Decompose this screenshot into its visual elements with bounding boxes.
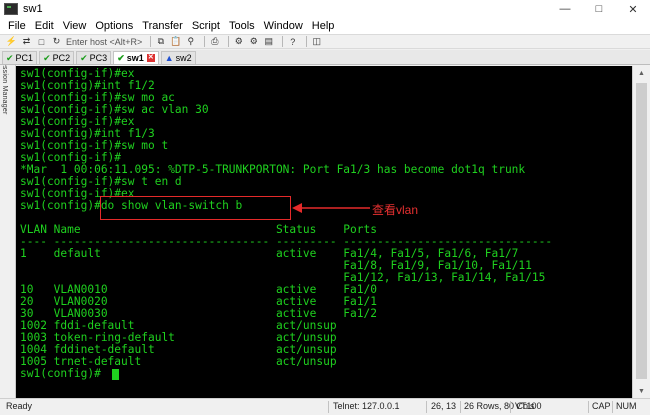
status-num: NUM: [616, 401, 637, 411]
status-caps: CAP: [592, 401, 611, 411]
terminal-app-icon: [4, 3, 18, 15]
connected-check-icon: ✔: [43, 52, 51, 63]
connect-icon[interactable]: ⚡: [6, 36, 17, 47]
status-divider: [460, 401, 461, 413]
tab-label: sw1: [126, 53, 144, 63]
warning-triangle-icon: ▲: [164, 53, 174, 63]
status-divider: [612, 401, 613, 413]
tab-label: PC2: [52, 53, 71, 63]
host-input[interactable]: Enter host <Alt+R>: [66, 37, 142, 47]
toolbar-divider: [150, 36, 152, 47]
toolbar-divider: [228, 36, 230, 47]
tab-sw2[interactable]: ▲ sw2: [160, 51, 196, 64]
find-icon[interactable]: ⚲: [185, 36, 196, 47]
about-icon[interactable]: ◫: [311, 36, 322, 47]
connected-check-icon: ✔: [6, 52, 14, 63]
title-bar: sw1 — □ ✕: [0, 0, 650, 18]
session-manager-label: Session Manager: [1, 57, 8, 115]
window-title: sw1: [23, 3, 43, 15]
menu-transfer[interactable]: Transfer: [142, 20, 183, 32]
status-divider: [328, 401, 329, 413]
status-divider: [510, 401, 511, 413]
terminal-cursor: [112, 369, 119, 380]
status-terminal-type: VT100: [515, 401, 542, 411]
reconnect-icon[interactable]: ↻: [51, 36, 62, 47]
scroll-up-icon[interactable]: ▲: [633, 66, 650, 80]
quick-connect-icon[interactable]: ⇄: [21, 36, 32, 47]
status-cursor-position: 26, 13: [431, 401, 457, 411]
menu-help[interactable]: Help: [312, 20, 335, 32]
maximize-icon[interactable]: □: [582, 0, 616, 18]
connected-check-icon: ✔: [117, 52, 125, 63]
menu-view[interactable]: View: [63, 20, 87, 32]
session-tabs: ✔ PC1 ✔ PC2 ✔ PC3 ✔ sw1 ✕ ▲ sw2: [0, 50, 650, 65]
scroll-down-icon[interactable]: ▼: [633, 384, 650, 398]
settings-icon[interactable]: ⚙: [233, 36, 244, 47]
window-controls: — □ ✕: [548, 0, 650, 18]
minimize-icon[interactable]: —: [548, 0, 582, 18]
annotation-label: 查看vlan: [372, 203, 419, 217]
tab-pc1[interactable]: ✔ PC1: [2, 51, 38, 64]
terminal-line: sw1(config)#: [20, 367, 101, 380]
status-connection: Telnet: 127.0.0.1: [333, 401, 400, 411]
scroll-thumb[interactable]: [636, 83, 647, 379]
status-divider: [426, 401, 427, 413]
status-bar: Ready Telnet: 127.0.0.1 26, 13 26 Rows, …: [0, 398, 650, 415]
menu-file[interactable]: File: [8, 20, 26, 32]
tab-pc2[interactable]: ✔ PC2: [39, 51, 75, 64]
connected-check-icon: ✔: [80, 52, 88, 63]
toolbar-divider: [306, 36, 308, 47]
tab-close-icon[interactable]: ✕: [146, 54, 155, 62]
terminal-scrollbar[interactable]: ▲ ▼: [632, 66, 650, 398]
session-tab-icon[interactable]: □: [36, 36, 47, 47]
status-ready: Ready: [6, 401, 33, 411]
paste-icon[interactable]: 📋: [170, 36, 181, 47]
tab-pc3[interactable]: ✔ PC3: [76, 51, 112, 64]
tab-sw1[interactable]: ✔ sw1 ✕: [113, 51, 159, 64]
toolbar-divider: [282, 36, 284, 47]
copy-icon[interactable]: ⧉: [155, 36, 166, 47]
menu-edit[interactable]: Edit: [35, 20, 54, 32]
sftp-icon[interactable]: ▤: [263, 36, 274, 47]
session-manager-panel[interactable]: Session Manager: [0, 51, 16, 398]
print-icon[interactable]: ⎙: [209, 36, 220, 47]
menu-script[interactable]: Script: [192, 20, 220, 32]
toolbar: ⚡ ⇄ □ ↻ Enter host <Alt+R> ⧉ 📋 ⚲ ⎙ ⚙ ⚙ ▤…: [0, 34, 650, 49]
status-divider: [588, 401, 589, 413]
close-icon[interactable]: ✕: [616, 0, 650, 18]
global-options-icon[interactable]: ⚙: [248, 36, 259, 47]
tab-label: PC3: [89, 53, 108, 63]
menu-options[interactable]: Options: [95, 20, 133, 32]
terminal-output[interactable]: sw1(config-if)#ex sw1(config)#int f1/2 s…: [16, 66, 632, 398]
tab-label: sw2: [175, 53, 192, 63]
menu-window[interactable]: Window: [264, 20, 303, 32]
menu-tools[interactable]: Tools: [229, 20, 255, 32]
annotation-arrow-icon: [292, 203, 370, 213]
toolbar-divider: [204, 36, 206, 47]
tab-label: PC1: [15, 53, 34, 63]
menu-bar: File Edit View Options Transfer Script T…: [0, 18, 650, 34]
help-icon[interactable]: ?: [287, 36, 298, 47]
annotation-box: [100, 196, 291, 220]
